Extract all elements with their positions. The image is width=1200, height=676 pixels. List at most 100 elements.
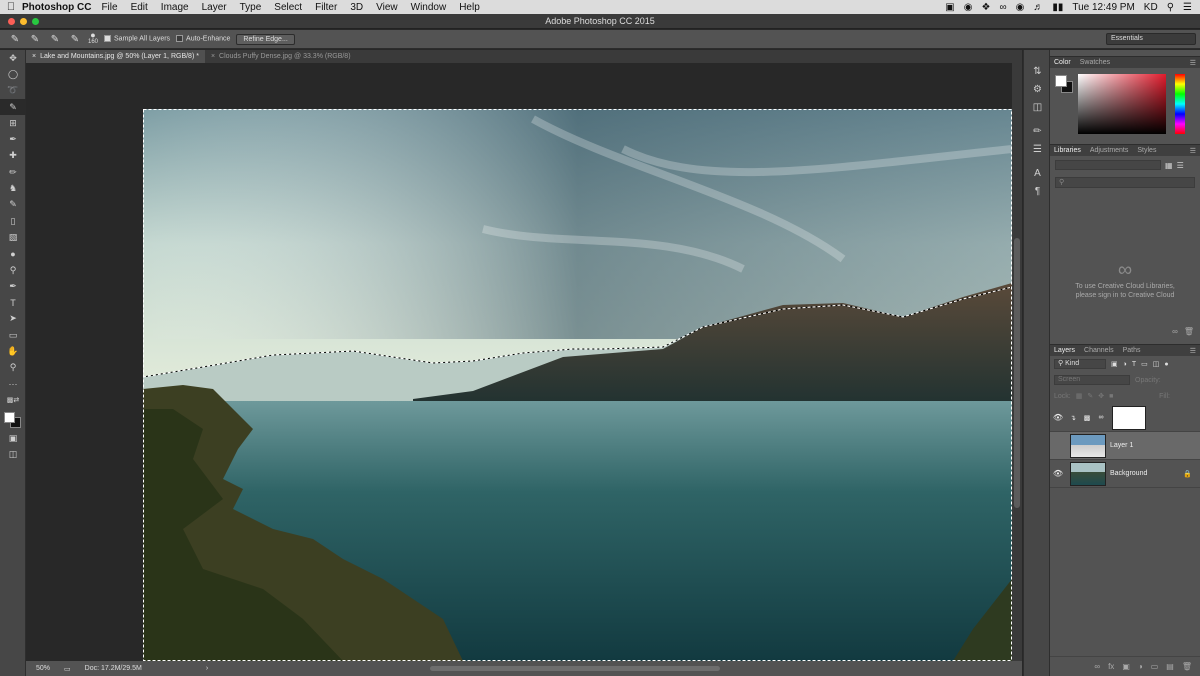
eyedropper-tool-icon[interactable]: ✒ xyxy=(0,131,26,147)
more-tools-icon[interactable]: ··· xyxy=(0,376,26,392)
healing-brush-tool-icon[interactable]: ✚ xyxy=(0,148,26,164)
visibility-eye-icon[interactable]: 👁 xyxy=(1050,413,1066,422)
creative-cloud-icon[interactable]: ∞ xyxy=(999,2,1006,13)
filter-smart-object-icon[interactable]: ◫ xyxy=(1153,360,1160,368)
filter-shape-icon[interactable]: ▭ xyxy=(1141,360,1148,368)
menu-type[interactable]: Type xyxy=(240,2,262,13)
lock-position-icon[interactable]: ✥ xyxy=(1098,392,1104,400)
library-select[interactable] xyxy=(1055,160,1161,170)
menu-select[interactable]: Select xyxy=(274,2,302,13)
tab-clouds-puffy-dense[interactable]: × Clouds Puffy Dense.jpg @ 33.3% (RGB/8) xyxy=(205,50,357,63)
lock-pixels-icon[interactable]: ✎ xyxy=(1087,392,1093,400)
panel-menu-icon[interactable]: ☰ xyxy=(1190,347,1196,355)
layer-thumbnail[interactable] xyxy=(1070,433,1106,458)
cc-sync-icon[interactable]: ∞ xyxy=(1172,327,1178,336)
history-panel-icon[interactable]: ⇅ xyxy=(1024,62,1051,80)
add-to-selection-icon[interactable]: ✎ xyxy=(48,32,62,46)
status-menu-icon[interactable]: › xyxy=(206,665,208,672)
menu-view[interactable]: View xyxy=(376,2,398,13)
tab-color[interactable]: Color xyxy=(1054,59,1071,66)
visibility-eye-icon[interactable]: 👁 xyxy=(1050,469,1066,478)
delete-layer-icon[interactable]: 🗑 xyxy=(1182,662,1192,671)
panel-menu-icon[interactable]: ☰ xyxy=(1190,59,1196,67)
menu-window[interactable]: Window xyxy=(411,2,447,13)
subtract-selection-icon[interactable]: ✎ xyxy=(68,32,82,46)
auto-enhance-checkbox[interactable]: Auto-Enhance xyxy=(176,35,230,43)
filter-type-icon[interactable]: T xyxy=(1132,361,1136,368)
color-spectrum[interactable] xyxy=(1078,74,1166,134)
screen-mode-icon[interactable]: ◫ xyxy=(0,447,26,463)
layer-mask-thumbnail[interactable] xyxy=(1112,405,1146,430)
brush-presets-icon[interactable]: ☰ xyxy=(1024,140,1051,158)
pen-tool-icon[interactable]: ✒ xyxy=(0,278,26,294)
rectangle-tool-icon[interactable]: ▭ xyxy=(0,327,26,343)
filter-toggle-icon[interactable]: ● xyxy=(1164,361,1168,368)
panel-menu-icon[interactable]: ☰ xyxy=(1190,147,1196,155)
apple-icon[interactable]:  xyxy=(0,1,22,13)
move-tool-icon[interactable]: ✥ xyxy=(0,50,26,66)
paragraph-panel-icon[interactable]: ¶ xyxy=(1024,182,1051,200)
fx-icon[interactable]: fx xyxy=(1108,662,1114,671)
hue-slider[interactable] xyxy=(1175,74,1185,134)
menu-filter[interactable]: Filter xyxy=(315,2,337,13)
dodge-tool-icon[interactable]: ⚲ xyxy=(0,262,26,278)
crop-tool-icon[interactable]: ⊞ xyxy=(0,115,26,131)
hand-tool-icon[interactable]: ✋ xyxy=(0,343,26,359)
tab-layers[interactable]: Layers xyxy=(1054,347,1075,354)
new-layer-icon[interactable]: ▤ xyxy=(1166,662,1174,671)
foreground-color-swatch[interactable] xyxy=(4,411,15,423)
workspace-select[interactable]: Essentials xyxy=(1106,33,1196,45)
volume-icon[interactable]: ♬ xyxy=(1033,2,1043,13)
close-tab-icon[interactable]: × xyxy=(32,53,36,60)
info-panel-icon[interactable]: ◫ xyxy=(1024,98,1051,116)
default-colors-icon[interactable]: ▩⇄ xyxy=(0,392,26,408)
tab-channels[interactable]: Channels xyxy=(1084,347,1114,354)
quick-mask-icon[interactable]: ▣ xyxy=(0,431,26,447)
export-icon[interactable]: ▭ xyxy=(64,665,71,673)
refine-edge-button[interactable]: Refine Edge... xyxy=(236,33,295,45)
new-selection-icon[interactable]: ✎ xyxy=(28,32,42,46)
add-mask-icon[interactable]: ▣ xyxy=(1122,662,1130,671)
horizontal-scrollbar-thumb[interactable] xyxy=(430,666,720,671)
menu-edit[interactable]: Edit xyxy=(131,2,148,13)
clone-stamp-tool-icon[interactable]: ♞ xyxy=(0,180,26,196)
brush-tool-icon[interactable]: ✏ xyxy=(0,164,26,180)
library-search-input[interactable]: ⚲ xyxy=(1055,177,1195,188)
vertical-scrollbar[interactable] xyxy=(1012,63,1022,661)
grid-view-icon[interactable]: ▦ xyxy=(1165,161,1173,170)
app-menu[interactable]: Photoshop CC xyxy=(22,2,91,13)
properties-panel-icon[interactable]: ⚙ xyxy=(1024,80,1051,98)
filter-pixel-icon[interactable]: ▣ xyxy=(1111,360,1118,368)
close-window-button[interactable] xyxy=(8,18,15,25)
layer-row-background[interactable]: 👁 Background 🔒 xyxy=(1050,460,1200,488)
lasso-tool-icon[interactable]: ➰ xyxy=(0,83,26,99)
notifications-icon[interactable]: ☰ xyxy=(1183,2,1192,13)
filter-adjustment-icon[interactable]: ◑ xyxy=(1123,361,1127,368)
new-group-icon[interactable]: ▭ xyxy=(1151,662,1159,671)
tab-lake-and-mountains[interactable]: × Lake and Mountains.jpg @ 50% (Layer 1, … xyxy=(26,50,205,63)
new-adjustment-icon[interactable]: ◑ xyxy=(1138,662,1143,671)
type-tool-icon[interactable]: T xyxy=(0,294,26,310)
blend-mode-select[interactable]: Screen xyxy=(1054,375,1130,385)
layer-row-layer-1[interactable]: Layer 1 xyxy=(1050,432,1200,460)
history-brush-tool-icon[interactable]: ✎ xyxy=(0,197,26,213)
tab-adjustments[interactable]: Adjustments xyxy=(1090,147,1129,154)
minimize-window-button[interactable] xyxy=(20,18,27,25)
wifi-icon[interactable]: ◉ xyxy=(1016,2,1025,13)
lock-all-icon[interactable]: ■ xyxy=(1109,393,1113,400)
zoom-window-button[interactable] xyxy=(32,18,39,25)
camera-icon[interactable]: ◉ xyxy=(964,2,973,13)
menu-3d[interactable]: 3D xyxy=(350,2,363,13)
zoom-tool-icon[interactable]: ⚲ xyxy=(0,360,26,376)
layer-thumbnail[interactable] xyxy=(1070,461,1106,486)
eraser-tool-icon[interactable]: ▯ xyxy=(0,213,26,229)
spotlight-icon[interactable]: ⚲ xyxy=(1167,2,1174,13)
tab-swatches[interactable]: Swatches xyxy=(1080,59,1110,66)
quick-selection-preset-icon[interactable]: ✎ xyxy=(8,32,22,46)
user-name[interactable]: KD xyxy=(1144,2,1158,13)
character-panel-icon[interactable]: A xyxy=(1024,164,1051,182)
scrollbar-thumb[interactable] xyxy=(1014,238,1020,508)
foreground-color-chip[interactable] xyxy=(1055,75,1067,87)
tab-libraries[interactable]: Libraries xyxy=(1054,147,1081,154)
dropbox-icon[interactable]: ❖ xyxy=(981,2,990,13)
